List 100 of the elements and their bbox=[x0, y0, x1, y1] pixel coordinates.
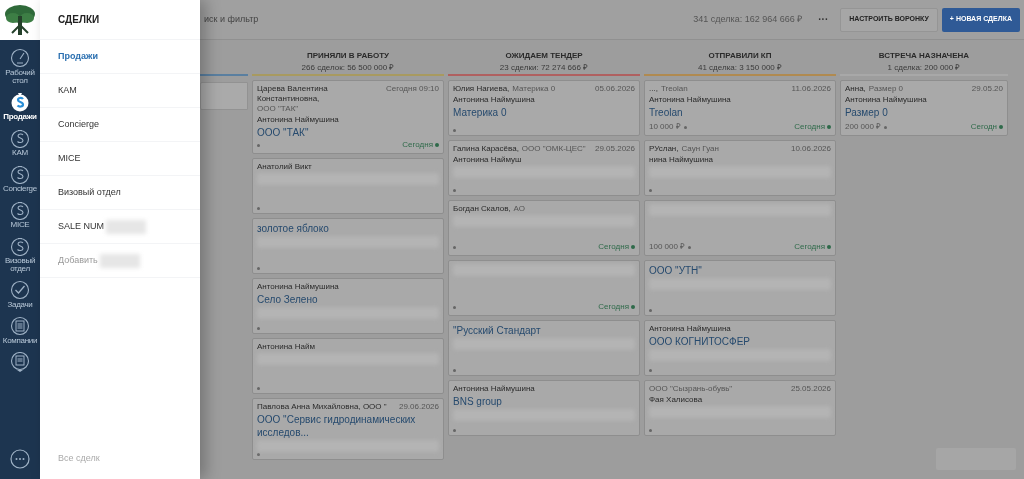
manager-name: Антонина Наймушина bbox=[649, 324, 732, 334]
rail-item[interactable]: Продажи bbox=[0, 90, 40, 123]
blurred-area bbox=[200, 82, 248, 110]
deal-card[interactable]: Антонина Наймушина Село Зелено bbox=[252, 278, 444, 334]
deal-card[interactable]: 100 000 ₽ Сегодня bbox=[644, 200, 836, 256]
deal-title[interactable]: ООО "Сервис гидродинамических исследов... bbox=[257, 413, 439, 439]
rail-item[interactable]: Визовый отдел bbox=[0, 234, 40, 275]
dollar-icon bbox=[10, 164, 30, 184]
search-field[interactable]: иск и фильтр bbox=[200, 12, 694, 27]
column-summary: 266 сделок: 56 500 000 ₽ bbox=[301, 62, 395, 74]
deal-title[interactable]: Село Зелено bbox=[257, 293, 439, 306]
deal-title[interactable]: золотое яблоко bbox=[257, 222, 439, 235]
deal-card[interactable]: ООО "УТН" bbox=[644, 260, 836, 316]
deal-card[interactable]: Антонина Наймушина ООО КОГНИТОСФЕР bbox=[644, 320, 836, 376]
contact-name: Богдан Скалов, bbox=[453, 204, 511, 214]
dollar-icon bbox=[10, 200, 30, 220]
due-label: Сегодня bbox=[794, 242, 825, 252]
company-name: ООО "Сызрань-обувь" bbox=[649, 384, 733, 394]
manager-name: Антонина Найм bbox=[257, 342, 316, 352]
dollar-icon bbox=[10, 236, 30, 256]
deal-card[interactable]: Юлия Нагиева, Материка 0 05.06.2026 Антонина Наймушина Материка 0 bbox=[448, 80, 640, 136]
deal-title[interactable]: "Русский Стандарт bbox=[453, 324, 635, 337]
pipeline-item[interactable]: MICE bbox=[40, 151, 81, 166]
deal-date: 29.06.2026 bbox=[398, 402, 439, 412]
pipeline-item[interactable]: Concierge bbox=[40, 117, 100, 132]
pipeline-item[interactable]: SALE NUM bbox=[40, 219, 104, 234]
deal-date: 11.06.2026 bbox=[791, 84, 831, 94]
manager-name: Антонина Наймушина bbox=[845, 95, 928, 105]
column-summary: 41 сделка: 3 150 000 ₽ bbox=[698, 62, 782, 74]
manager-name: Антонина Наймушина bbox=[649, 95, 732, 105]
deal-amount: 10 000 ₽ bbox=[649, 122, 681, 132]
contact-name: Галина Карасёва, bbox=[453, 144, 519, 154]
deal-date: 10.06.2026 bbox=[790, 144, 831, 154]
dollar-icon bbox=[10, 128, 30, 148]
deal-card[interactable]: ООО "Сызрань-обувь" 25.05.2026 Фая Халисова bbox=[644, 380, 836, 436]
due-label: Сегодня bbox=[402, 140, 433, 150]
deal-card[interactable]: РУслан, Саун Гуан 10.06.2026 нина Наймушина bbox=[644, 140, 836, 196]
column-summary: 23 сделки: 72 274 666 ₽ bbox=[499, 62, 589, 74]
manager-name: Антонина Наймушина bbox=[453, 95, 536, 105]
contact-name: Царева Валентина Константиновна, bbox=[257, 84, 329, 104]
deal-title[interactable]: ООО КОГНИТОСФЕР bbox=[649, 335, 831, 348]
document-list-icon bbox=[10, 352, 30, 372]
deal-card[interactable]: Павлова Анна Михайловна, ООО " 29.06.2026 ООО "Сервис гидродинамических исследов... bbox=[252, 398, 444, 460]
pipeline-item[interactable]: Продажи bbox=[40, 49, 98, 64]
company-name: ООО "ТАК" bbox=[257, 104, 299, 114]
manager-name: Антонина Наймушина bbox=[257, 282, 340, 292]
contact-name: Юлия Нагиева, bbox=[453, 84, 510, 94]
deal-card[interactable]: Анатолий Викт bbox=[252, 158, 444, 214]
deal-date: 29.05.20 bbox=[971, 84, 1003, 94]
deal-card[interactable]: Богдан Скалов, АО Сегодня bbox=[448, 200, 640, 256]
rail-item[interactable]: Рабочий стол bbox=[0, 46, 40, 87]
dollar-icon bbox=[10, 92, 30, 112]
deal-title[interactable]: BNS group bbox=[453, 395, 635, 408]
document-list-icon bbox=[10, 316, 30, 336]
manager-name: Антонина Наймуш bbox=[453, 155, 523, 165]
rail-item[interactable]: КАМ bbox=[0, 126, 40, 159]
contact-name: Анатолий Викт bbox=[257, 162, 312, 172]
deal-card[interactable]: ..., Treolan 11.06.2026 Антонина Наймушина Treolan 10 000 ₽ Сегодня bbox=[644, 80, 836, 136]
deal-card[interactable]: Царева Валентина Константиновна, ООО "ТАК" Сегодня 09:10 Антонина Наймушина ООО "ТАК" Сегодня bbox=[252, 80, 444, 154]
due-label: Сегодня bbox=[598, 242, 629, 252]
deal-title[interactable]: ООО "ТАК" bbox=[257, 126, 439, 139]
deal-card[interactable]: "Русский Стандарт bbox=[448, 320, 640, 376]
company-name: Материка 0 bbox=[512, 84, 556, 94]
deal-date: 25.05.2026 bbox=[790, 384, 831, 394]
checkmark-icon bbox=[10, 280, 30, 300]
deal-card[interactable]: Антонина Наймушина BNS group bbox=[448, 380, 640, 436]
gauge-icon bbox=[10, 48, 30, 68]
company-name: Саун Гуан bbox=[681, 144, 719, 154]
column-summary: 1 сделка: 200 000 ₽ bbox=[887, 62, 961, 74]
pipeline-item[interactable]: КАМ bbox=[40, 83, 77, 98]
pipeline-item[interactable]: Визовый отдел bbox=[40, 185, 121, 200]
deal-date: Сегодня 09:10 bbox=[386, 84, 439, 95]
chat-icon[interactable] bbox=[10, 449, 30, 469]
due-label: Сегодня bbox=[598, 302, 629, 312]
deal-title[interactable]: Treolan bbox=[649, 106, 831, 119]
deal-date: 05.06.2026 bbox=[594, 84, 635, 94]
rail-item[interactable]: Компании bbox=[0, 314, 40, 347]
deal-date: 29.05.2026 bbox=[594, 144, 635, 154]
tree-logo bbox=[3, 3, 37, 37]
deals-summary: 341 сделка: 162 964 666 ₽ bbox=[693, 12, 803, 26]
company-name: Treolan bbox=[660, 84, 688, 94]
contact-name: РУслан, bbox=[649, 144, 679, 154]
company-name: АО bbox=[513, 204, 525, 214]
due-label: Сегодн bbox=[970, 122, 997, 132]
deal-amount: 100 000 ₽ bbox=[649, 242, 686, 252]
deal-title[interactable]: Материка 0 bbox=[453, 106, 635, 119]
deal-title[interactable]: ООО "УТН" bbox=[649, 264, 831, 277]
manager-name: Антонина Наймушина bbox=[453, 384, 536, 394]
manager-name: Фая Халисова bbox=[649, 395, 704, 405]
deal-card[interactable]: Антонина Найм bbox=[252, 338, 444, 394]
due-label: Сегодня bbox=[794, 122, 825, 132]
rail-item[interactable]: Задачи bbox=[0, 278, 40, 311]
rail-item[interactable]: Concierge bbox=[0, 162, 40, 195]
column-title: ПРИНЯЛИ В РАБОТУ bbox=[306, 50, 390, 62]
deal-card[interactable]: золотое яблоко bbox=[252, 218, 444, 274]
company-name: ООО "ОМК-ЦЕС" bbox=[521, 144, 586, 154]
more-button[interactable]: ··· bbox=[818, 12, 829, 27]
deal-card[interactable]: Галина Карасёва, ООО "ОМК-ЦЕС" 29.05.2026 Антонина Наймуш bbox=[448, 140, 640, 196]
rail-item[interactable]: MICE bbox=[0, 198, 40, 231]
deal-title[interactable]: Размер 0 bbox=[845, 106, 1003, 119]
